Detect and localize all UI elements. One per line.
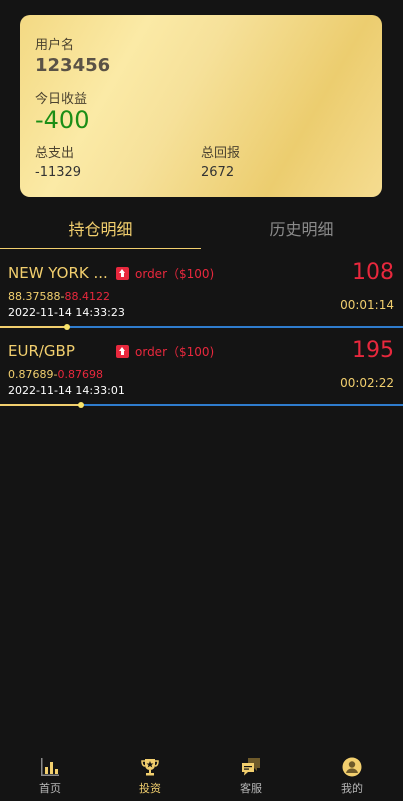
account-summary-card: 用户名 123456 今日收益 -400 总支出 -11329 总回报 2672	[20, 15, 382, 197]
position-prices: 0.87689-0.87698	[8, 368, 103, 381]
nav-service-label: 客服	[240, 782, 262, 795]
total-return-value: 2672	[201, 165, 235, 180]
tab-bar: 持仓明细 历史明细	[0, 210, 403, 250]
position-name: NEW YORK ...	[8, 264, 108, 282]
trophy-icon	[141, 759, 159, 776]
position-order: order（$100)	[135, 345, 215, 359]
user-avatar-icon	[342, 757, 362, 777]
username-value: 123456	[35, 55, 111, 76]
progress-fill	[0, 326, 68, 328]
tab-history[interactable]: 历史明细	[201, 210, 402, 250]
today-profit-label: 今日收益	[35, 92, 88, 107]
position-profit: 108	[352, 260, 394, 285]
username-label: 用户名	[35, 38, 75, 53]
open-price: 88.37588	[8, 290, 61, 303]
nav-invest[interactable]: 投资	[100, 750, 200, 801]
progress-fill	[0, 404, 81, 406]
position-name: EUR/GBP	[8, 342, 75, 360]
position-countdown: 00:02:22	[340, 376, 394, 390]
nav-mine[interactable]: 我的	[302, 750, 402, 801]
current-price: 0.87698	[57, 368, 103, 381]
position-row[interactable]: NEW YORK ... order（$100) 88.37588-88.412…	[0, 256, 403, 334]
current-price: 88.4122	[64, 290, 110, 303]
position-time: 2022-11-14 14:33:01	[8, 384, 125, 397]
position-order: order（$100)	[135, 267, 215, 281]
position-row[interactable]: EUR/GBP order（$100) 0.87689-0.87698 2022…	[0, 334, 403, 412]
bottom-nav: 首页 投资 客服 我的	[0, 750, 403, 801]
nav-invest-label: 投资	[139, 782, 161, 795]
nav-mine-label: 我的	[341, 782, 363, 795]
nav-home[interactable]: 首页	[0, 750, 100, 801]
position-time: 2022-11-14 14:33:23	[8, 306, 125, 319]
nav-home-label: 首页	[39, 782, 61, 795]
progress-bar	[0, 402, 403, 408]
position-countdown: 00:01:14	[340, 298, 394, 312]
open-price: 0.87689	[8, 368, 54, 381]
position-profit: 195	[352, 338, 394, 363]
progress-dot	[78, 402, 84, 408]
tab-current-positions[interactable]: 持仓明细	[0, 210, 201, 250]
arrow-up-icon	[116, 345, 129, 358]
total-expense-value: -11329	[35, 165, 82, 180]
arrow-up-icon	[116, 267, 129, 280]
bar-chart-icon	[41, 758, 59, 776]
total-expense-label: 总支出	[35, 146, 75, 161]
progress-bar	[0, 324, 403, 330]
nav-service[interactable]: 客服	[201, 750, 301, 801]
total-return-label: 总回报	[201, 146, 241, 161]
progress-dot	[64, 324, 71, 330]
chat-bubbles-icon	[242, 758, 260, 776]
today-profit-value: -400	[35, 106, 90, 134]
position-prices: 88.37588-88.4122	[8, 290, 110, 303]
